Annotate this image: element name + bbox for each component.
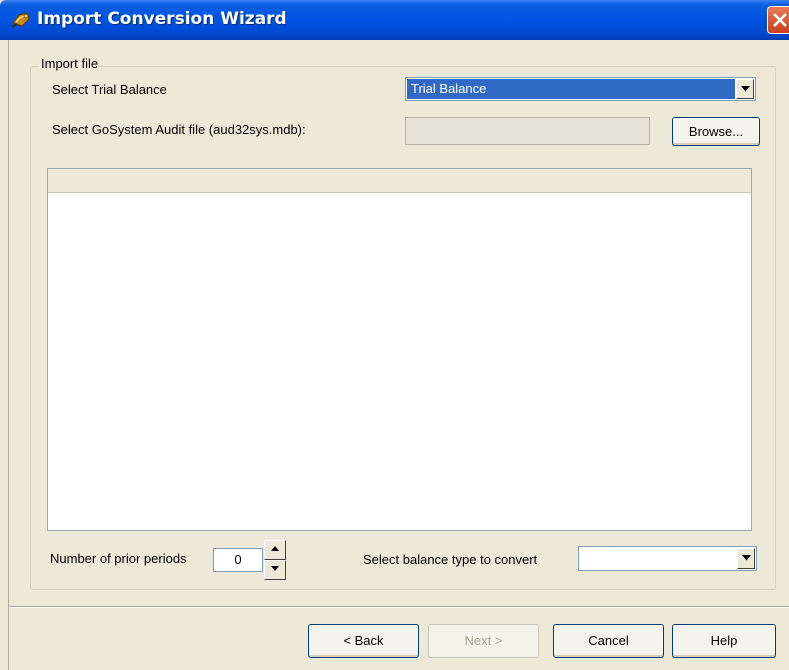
title-bar[interactable]: Import Conversion Wizard <box>0 0 789 40</box>
trial-balance-selected-value: Trial Balance <box>407 79 735 99</box>
grid-header <box>48 169 751 193</box>
wizard-app-icon <box>10 9 32 31</box>
import-file-legend: Import file <box>39 56 101 71</box>
balance-type-dropdown[interactable] <box>578 546 757 571</box>
prior-periods-input[interactable]: 0 <box>213 548 263 572</box>
help-button[interactable]: Help <box>672 624 776 658</box>
trial-balance-label: Select Trial Balance <box>52 82 167 97</box>
close-icon <box>773 13 787 27</box>
browse-button[interactable]: Browse... <box>672 117 760 146</box>
audit-file-path-field[interactable] <box>405 117 650 145</box>
close-button[interactable] <box>767 6 789 34</box>
arrow-up-icon <box>271 546 279 551</box>
trial-balance-dropdown-arrow[interactable] <box>736 79 754 99</box>
data-grid[interactable] <box>47 168 752 531</box>
prior-periods-label: Number of prior periods <box>50 551 187 566</box>
audit-file-label: Select GoSystem Audit file (aud32sys.mdb… <box>52 122 306 137</box>
arrow-down-icon <box>271 566 279 571</box>
balance-type-label: Select balance type to convert <box>363 552 538 567</box>
balance-type-selected-value <box>580 548 736 569</box>
window-left-border <box>8 40 9 670</box>
next-button[interactable]: Next > <box>428 624 539 658</box>
prior-periods-down-button[interactable] <box>264 560 286 580</box>
footer-separator-highlight <box>9 607 789 608</box>
chevron-down-icon <box>742 555 751 561</box>
balance-type-dropdown-arrow[interactable] <box>737 548 755 569</box>
prior-periods-up-button[interactable] <box>264 540 286 560</box>
cancel-button[interactable]: Cancel <box>553 624 664 658</box>
trial-balance-dropdown[interactable]: Trial Balance <box>405 77 756 101</box>
back-button[interactable]: < Back <box>308 624 419 658</box>
window-title: Import Conversion Wizard <box>37 9 287 29</box>
chevron-down-icon <box>741 86 750 92</box>
